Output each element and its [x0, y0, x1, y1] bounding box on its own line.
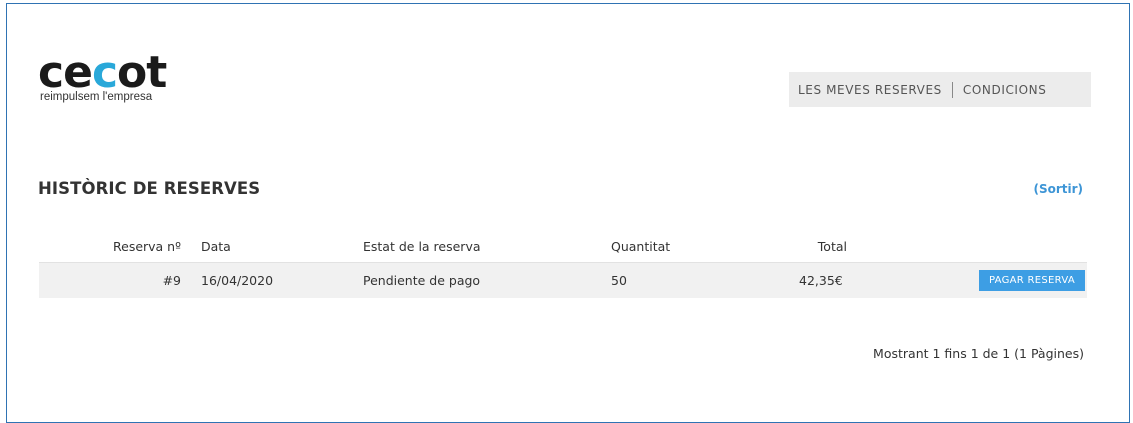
header-quantity: Quantitat	[611, 238, 671, 254]
cell-reservation-number: #9	[162, 273, 181, 288]
top-navigation: LES MEVES RESERVES CONDICIONS	[789, 72, 1091, 107]
nav-my-reservations[interactable]: LES MEVES RESERVES	[789, 83, 952, 97]
cell-status: Pendiente de pago	[363, 273, 481, 288]
pagination-info: Mostrant 1 fins 1 de 1 (1 Pàgines)	[873, 346, 1084, 361]
nav-conditions[interactable]: CONDICIONS	[953, 83, 1057, 97]
pay-reservation-button[interactable]: PAGAR RESERVA	[978, 270, 1085, 291]
logo-tagline: reimpulsem l'empresa	[40, 91, 153, 103]
header-date: Data	[201, 238, 231, 254]
logout-link[interactable]: (Sortir)	[1033, 182, 1083, 196]
page-title: HISTÒRIC DE RESERVES	[38, 179, 261, 198]
reservations-table: Reserva nº Data Estat de la reserva Quan…	[39, 230, 1087, 298]
header-status: Estat de la reserva	[363, 238, 481, 254]
cell-total: 42,35€	[799, 273, 843, 288]
cell-action: PAGAR RESERVA	[978, 263, 1085, 298]
page-frame: cecot reimpulsem l'empresa LES MEVES RES…	[6, 3, 1130, 423]
cell-quantity: 50	[611, 273, 627, 288]
header-reservation-number: Reserva nº	[113, 238, 181, 254]
logo-wordmark: cecot	[38, 47, 167, 98]
cell-date: 16/04/2020	[201, 273, 274, 288]
table-row: #9 16/04/2020 Pendiente de pago 50 42,35…	[39, 263, 1087, 298]
header-total: Total	[817, 238, 847, 254]
cecot-logo[interactable]: cecot reimpulsem l'empresa	[38, 51, 188, 111]
table-header-row: Reserva nº Data Estat de la reserva Quan…	[39, 230, 1087, 263]
